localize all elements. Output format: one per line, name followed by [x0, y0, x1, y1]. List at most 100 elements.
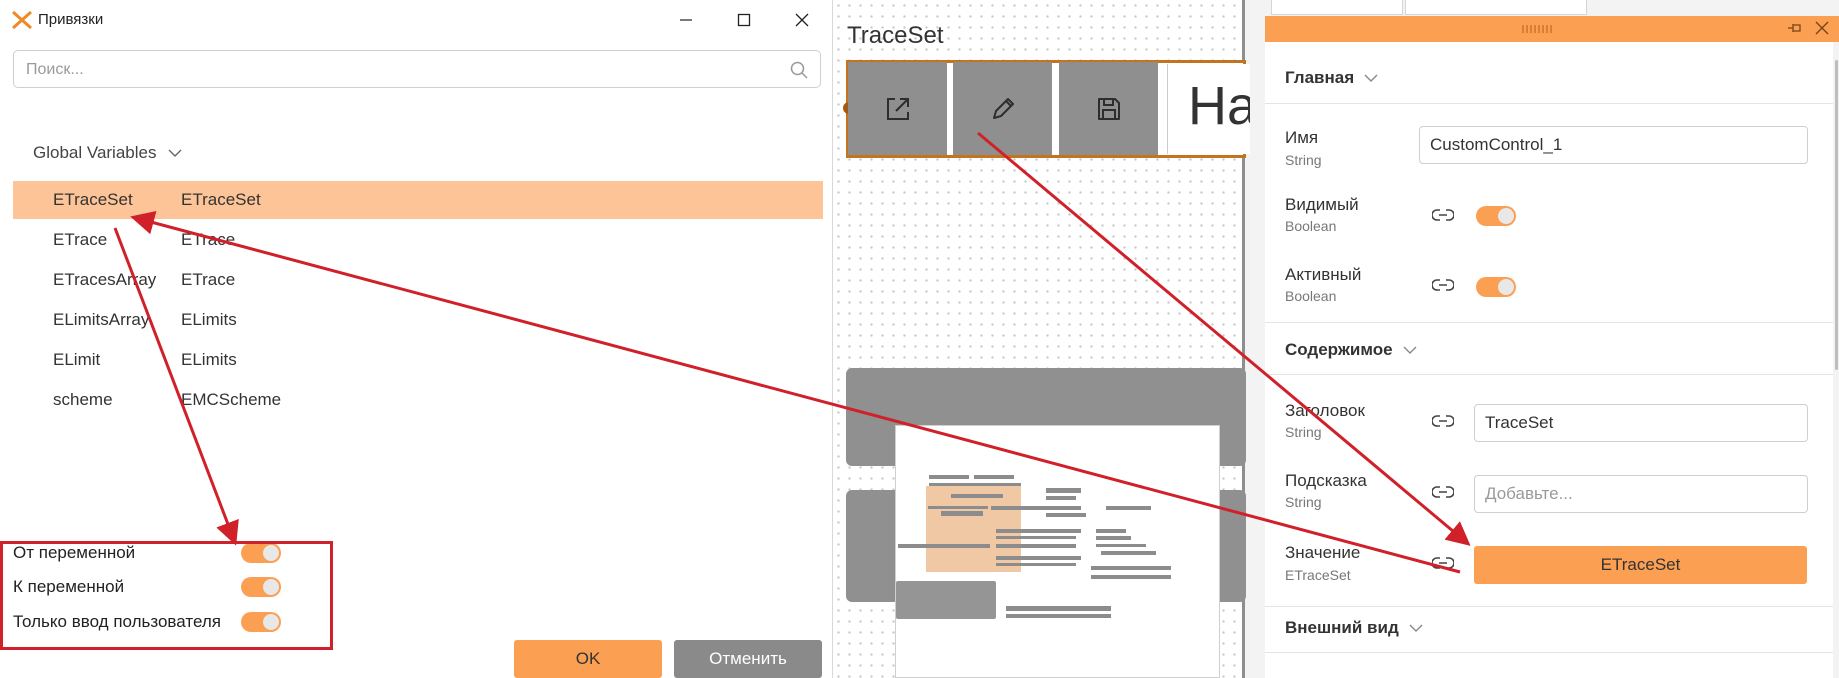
- section-divider: [1265, 103, 1833, 104]
- variable-row-etraceset[interactable]: ETraceSet ETraceSet: [13, 181, 823, 219]
- control-save-button[interactable]: [1059, 62, 1158, 155]
- option-user-input-only: Только ввод пользователя: [13, 607, 313, 637]
- tooltip-input[interactable]: [1474, 475, 1808, 513]
- pencil-icon: [992, 97, 1014, 119]
- chevron-down-icon: [1364, 74, 1378, 82]
- variable-name: ETracesArray: [53, 270, 157, 289]
- variable-row-elimitsarray[interactable]: ELimitsArray ELimits: [13, 301, 823, 339]
- section-divider: [1265, 322, 1833, 323]
- option-to-variable: К переменной: [13, 572, 313, 602]
- section-divider: [1265, 606, 1833, 607]
- search-icon[interactable]: [790, 61, 808, 79]
- option-toggle-user-input-only[interactable]: [241, 612, 281, 632]
- variable-type: ETraceSet: [181, 190, 261, 209]
- cancel-button[interactable]: Отменить: [674, 640, 822, 678]
- ok-button[interactable]: OK: [514, 640, 662, 678]
- close-button[interactable]: [774, 0, 830, 40]
- prop-active-type: Boolean: [1285, 288, 1337, 304]
- visible-toggle[interactable]: [1476, 206, 1516, 226]
- section-main[interactable]: Главная: [1285, 68, 1378, 88]
- prop-active-label: Активный: [1285, 265, 1362, 284]
- link-icon[interactable]: [1432, 556, 1454, 570]
- layout-preview-thumbnail: [895, 425, 1220, 678]
- variable-name: ELimit: [53, 350, 101, 369]
- value-binding-button[interactable]: ETraceSet: [1474, 546, 1807, 584]
- option-toggle-to-variable[interactable]: [241, 577, 281, 597]
- chevron-down-icon: [1403, 346, 1417, 354]
- prop-visible-type: Boolean: [1285, 218, 1337, 234]
- variable-row-etracesarray[interactable]: ETracesArray ETrace: [13, 261, 823, 299]
- group-global-variables[interactable]: Global Variables: [33, 143, 182, 163]
- save-icon: [1097, 97, 1120, 120]
- control-text-area: Ha: [1167, 64, 1250, 154]
- variable-type: ETrace: [181, 270, 236, 289]
- section-title: Внешний вид: [1285, 618, 1399, 637]
- canvas-control-label: TraceSet: [847, 22, 944, 49]
- control-edit-button[interactable]: [953, 62, 1052, 155]
- section-content[interactable]: Содержимое: [1285, 340, 1417, 360]
- prop-value-type: ETraceSet: [1285, 567, 1351, 583]
- section-title: Главная: [1285, 68, 1355, 87]
- search-box: [13, 50, 821, 88]
- panel-tab[interactable]: [1271, 0, 1403, 15]
- dialog-title: Привязки: [38, 11, 104, 28]
- maximize-button[interactable]: [716, 0, 772, 40]
- variable-row-scheme[interactable]: scheme EMCScheme: [13, 381, 823, 419]
- drag-grip-icon[interactable]: [1520, 24, 1556, 34]
- panel-close-icon[interactable]: [1814, 20, 1830, 36]
- variable-name: ELimitsArray: [53, 310, 150, 329]
- option-label: К переменной: [13, 577, 125, 596]
- panel-top-tabs: [1265, 0, 1839, 16]
- control-text: Ha: [1188, 76, 1250, 136]
- minimize-button[interactable]: [658, 0, 714, 40]
- prop-tooltip-label: Подсказка: [1285, 471, 1367, 490]
- link-icon[interactable]: [1432, 414, 1454, 428]
- search-input[interactable]: [24, 57, 788, 83]
- prop-value-label: Значение: [1285, 543, 1361, 562]
- section-divider: [1265, 652, 1833, 653]
- variable-type: ELimits: [181, 350, 237, 369]
- pin-icon[interactable]: [1787, 21, 1803, 35]
- variable-row-etrace[interactable]: ETrace ETrace: [13, 221, 823, 259]
- option-label: От переменной: [13, 543, 136, 562]
- bindings-dialog: Привязки Global Variables ETraceSet ETra…: [0, 0, 833, 678]
- external-link-icon: [886, 97, 909, 120]
- variable-type: EMCScheme: [181, 390, 282, 409]
- minimize-icon: [680, 19, 692, 21]
- chevron-down-icon: [1409, 624, 1423, 632]
- chevron-down-icon: [168, 149, 182, 157]
- active-toggle[interactable]: [1476, 277, 1516, 297]
- option-from-variable: От переменной: [13, 538, 313, 568]
- preview-sketch: [896, 475, 1171, 619]
- prop-tooltip-type: String: [1285, 494, 1322, 510]
- control-open-button[interactable]: [848, 62, 947, 155]
- prop-name-label: Имя: [1285, 128, 1319, 147]
- variable-type: ELimits: [181, 310, 237, 329]
- option-toggle-from-variable[interactable]: [241, 543, 281, 563]
- close-icon: [795, 13, 809, 27]
- variable-name: scheme: [53, 390, 113, 409]
- link-icon[interactable]: [1432, 208, 1454, 222]
- link-icon[interactable]: [1432, 278, 1454, 292]
- variable-name: ETrace: [53, 230, 108, 249]
- maximize-icon: [737, 13, 751, 27]
- link-icon[interactable]: [1432, 485, 1454, 499]
- caption-input[interactable]: [1474, 404, 1808, 442]
- variable-row-elimit[interactable]: ELimit ELimits: [13, 341, 823, 379]
- prop-caption-label: Заголовок: [1285, 401, 1365, 420]
- section-appearance[interactable]: Внешний вид: [1285, 618, 1423, 638]
- dialog-titlebar[interactable]: Привязки: [0, 0, 832, 40]
- panel-scrollbar-thumb[interactable]: [1835, 60, 1838, 370]
- panel-tab[interactable]: [1405, 0, 1587, 15]
- variable-type: ETrace: [181, 230, 236, 249]
- prop-caption-type: String: [1285, 424, 1322, 440]
- section-divider: [1265, 374, 1833, 375]
- name-input[interactable]: [1419, 126, 1808, 164]
- app-logo-icon: [12, 11, 32, 29]
- prop-visible-label: Видимый: [1285, 195, 1359, 214]
- option-label: Только ввод пользователя: [13, 612, 221, 631]
- variable-name: ETraceSet: [53, 190, 133, 209]
- group-label: Global Variables: [33, 143, 157, 162]
- section-title: Содержимое: [1285, 340, 1393, 359]
- prop-name-type: String: [1285, 152, 1322, 168]
